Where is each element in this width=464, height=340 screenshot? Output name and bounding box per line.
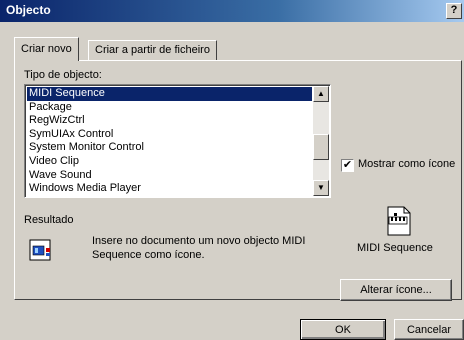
- object-type-label: Tipo de objecto:: [24, 69, 102, 81]
- result-icon: [28, 236, 56, 264]
- list-item[interactable]: RegWizCtrl: [27, 114, 312, 128]
- midi-sequence-icon: [382, 205, 414, 237]
- object-type-list[interactable]: MIDI Sequence Package RegWizCtrl SymUIAx…: [24, 84, 331, 198]
- list-item[interactable]: Package: [27, 101, 312, 115]
- ok-button-label: OK: [335, 324, 351, 336]
- checkmark-icon: ✔: [342, 159, 353, 171]
- cancel-button-label: Cancelar: [406, 324, 452, 336]
- display-as-icon-checkbox[interactable]: ✔: [341, 159, 354, 172]
- scroll-thumb[interactable]: [313, 134, 329, 160]
- tab-create-from-file-label: Criar a partir de ficheiro: [95, 44, 210, 56]
- arrow-up-icon: ▲: [317, 89, 325, 98]
- title-bar[interactable]: Objecto ?: [0, 0, 464, 22]
- cancel-button[interactable]: Cancelar: [394, 319, 464, 340]
- window-title: Objecto: [6, 3, 51, 17]
- list-item[interactable]: Windows Media Player: [27, 182, 312, 196]
- display-as-icon-label[interactable]: Mostrar como ícone: [358, 158, 455, 170]
- scroll-down-button[interactable]: ▼: [313, 180, 329, 196]
- change-icon-button[interactable]: Alterar ícone...: [340, 279, 452, 301]
- tab-create-new-label: Criar novo: [21, 43, 72, 55]
- icon-caption: MIDI Sequence: [357, 242, 433, 254]
- arrow-down-icon: ▼: [317, 183, 325, 192]
- result-description: Insere no documento um novo objecto MIDI…: [92, 235, 306, 261]
- list-item[interactable]: SymUIAx Control: [27, 128, 312, 142]
- ok-button[interactable]: OK: [300, 319, 386, 340]
- tab-create-new[interactable]: Criar novo: [14, 37, 79, 61]
- result-label: Resultado: [24, 214, 74, 226]
- change-icon-button-label: Alterar ícone...: [360, 284, 432, 296]
- list-item[interactable]: MIDI Sequence: [27, 87, 312, 101]
- list-scrollbar[interactable]: ▲ ▼: [313, 86, 329, 196]
- tab-create-from-file[interactable]: Criar a partir de ficheiro: [88, 40, 217, 60]
- list-item[interactable]: System Monitor Control: [27, 141, 312, 155]
- help-button[interactable]: ?: [446, 3, 462, 19]
- list-item[interactable]: Wave Sound: [27, 169, 312, 183]
- scroll-up-button[interactable]: ▲: [313, 86, 329, 102]
- list-item[interactable]: Video Clip: [27, 155, 312, 169]
